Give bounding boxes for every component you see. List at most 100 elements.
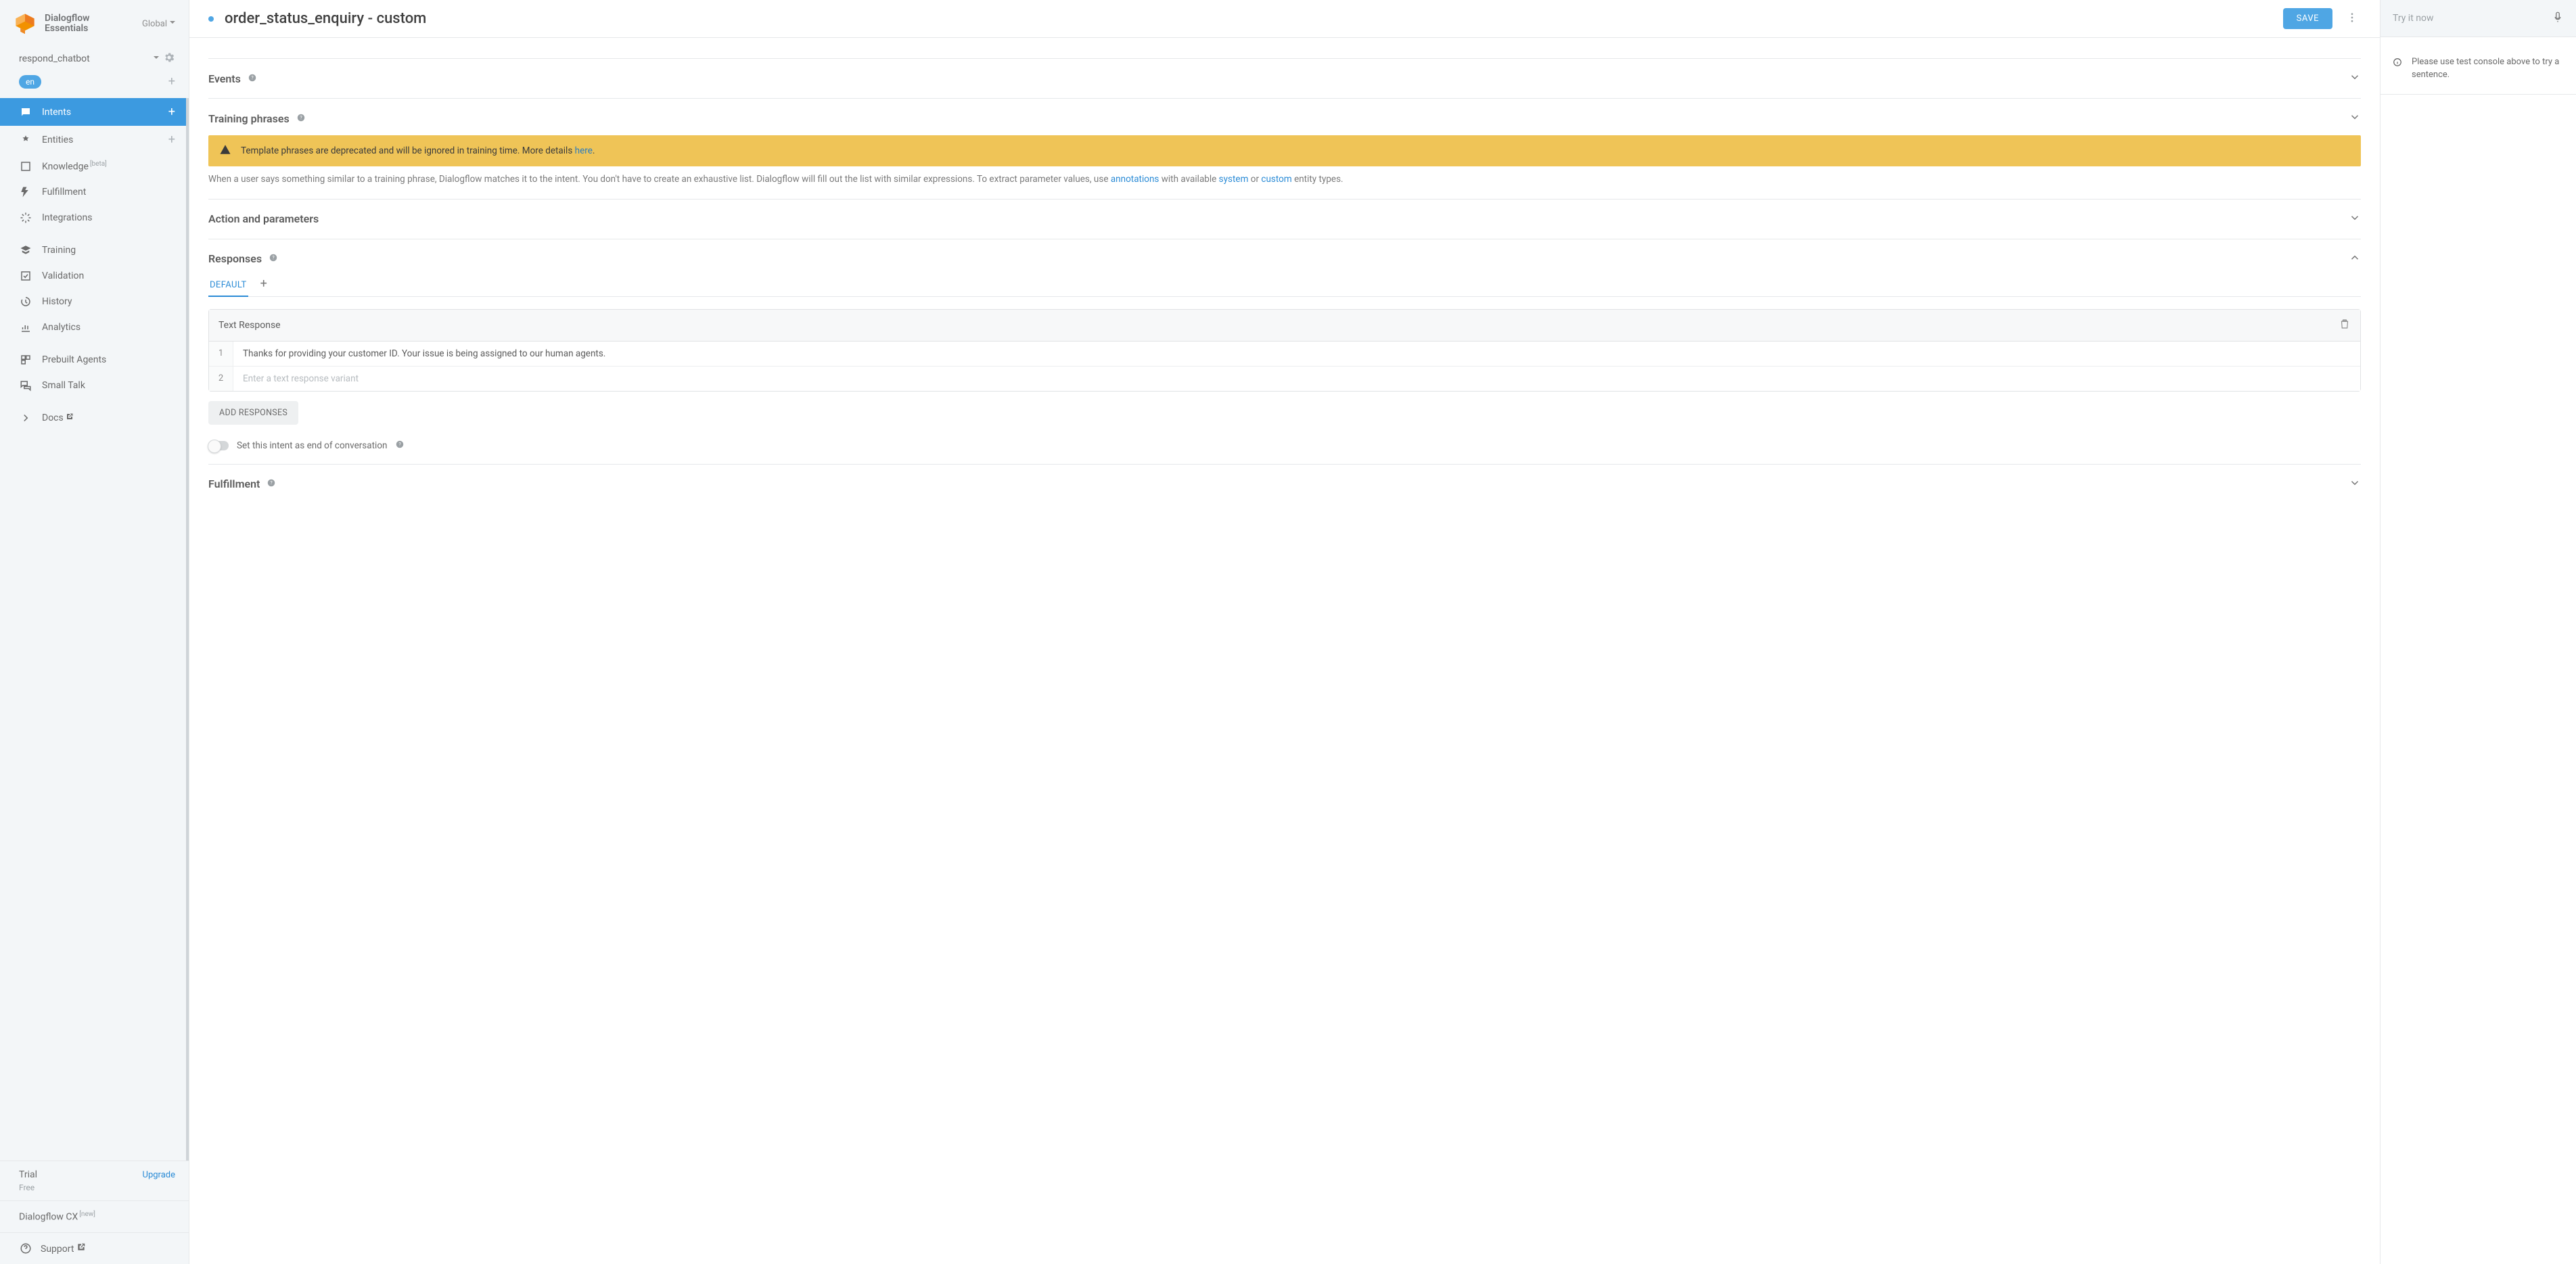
help-icon[interactable]: ? [395,440,405,452]
custom-link[interactable]: custom [1261,174,1291,185]
try-it-row [2380,0,2576,37]
tier-sub: Free [0,1183,189,1200]
help-icon[interactable]: ? [248,72,257,85]
sidebar-item-prebuilt[interactable]: Prebuilt Agents [0,347,189,373]
content-scroll[interactable]: Events ? Training phrases ? Template phr… [189,38,2380,1264]
end-of-conversation-row: Set this intent as end of conversation ? [208,440,2361,452]
save-button[interactable]: SAVE [2283,8,2332,29]
card-title: Text Response [218,320,281,331]
upgrade-link[interactable]: Upgrade [143,1170,175,1180]
language-badge[interactable]: en [19,75,41,89]
smalltalk-icon [19,379,32,392]
section-header[interactable]: Events ? [208,71,2361,86]
sidebar-footer: Trial Upgrade Free Dialogflow CX[new] Su… [0,1161,189,1264]
chevron-down-icon[interactable] [2349,71,2361,86]
section-header[interactable]: Responses ? [208,252,2361,266]
response-input[interactable] [233,367,2360,391]
sidebar-item-fulfillment[interactable]: Fulfillment [0,179,189,205]
sidebar-item-label: Fulfillment [42,187,86,197]
sidebar-item-label: Validation [42,271,84,281]
row-number: 1 [209,342,233,366]
sidebar-item-label: Entities [42,135,73,145]
add-entity-button[interactable]: + [168,133,175,147]
sidebar-item-label: Docs [42,413,74,423]
intents-icon [19,106,32,118]
sidebar: Dialogflow Essentials Global respond_cha… [0,0,189,1264]
agent-selector[interactable]: respond_chatbot [0,42,189,72]
external-link-icon [66,413,74,421]
section-action-params: Action and parameters [208,199,2361,239]
support-link[interactable]: Support [0,1232,189,1264]
chevron-down-icon[interactable] [2349,477,2361,492]
sidebar-item-analytics[interactable]: Analytics [0,314,189,340]
unsaved-dot-icon [208,16,214,22]
help-icon[interactable]: ? [269,252,278,265]
help-icon[interactable]: ? [267,477,276,490]
more-menu-button[interactable] [2343,9,2361,29]
brand-line2: Essentials [45,24,90,34]
topbar: order_status_enquiry - custom SAVE [189,0,2380,38]
intent-title[interactable]: order_status_enquiry - custom [225,10,2272,27]
response-input[interactable] [233,342,2360,366]
annotations-link[interactable]: annotations [1111,174,1159,185]
tab-default[interactable]: DEFAULT [208,275,248,297]
end-of-conversation-label: Set this intent as end of conversation [237,440,387,451]
dialogflow-cx-link[interactable]: Dialogflow CX[new] [0,1200,189,1232]
system-link[interactable]: system [1219,174,1249,185]
nav-list: Intents + Entities + Knowledge[beta] Ful… [0,98,189,1161]
gear-icon[interactable] [163,51,175,66]
sidebar-item-entities[interactable]: Entities + [0,126,189,154]
caret-down-icon [170,19,175,29]
sidebar-item-training[interactable]: Training [0,237,189,263]
section-fulfillment: Fulfillment ? [208,464,2361,504]
end-of-conversation-toggle[interactable] [208,441,229,450]
mic-icon[interactable] [2552,11,2564,26]
region-selector[interactable]: Global [142,19,175,29]
section-header[interactable]: Action and parameters [208,212,2361,227]
banner-here-link[interactable]: here [575,145,593,156]
sidebar-item-label: Intents [42,107,71,118]
section-title: Action and parameters [208,212,319,225]
delete-response-button[interactable] [2339,318,2351,333]
main-area: order_status_enquiry - custom SAVE Event… [189,0,2380,1264]
training-icon [19,244,32,256]
sidebar-item-knowledge[interactable]: Knowledge[beta] [0,154,189,179]
validation-icon [19,270,32,282]
section-title: Events [208,72,241,85]
test-console-hint: Please use test console above to try a s… [2380,37,2576,95]
cx-label: Dialogflow CX[new] [19,1211,95,1223]
add-language-button[interactable]: + [168,74,175,89]
banner-text: Template phrases are deprecated and will… [241,145,595,156]
sidebar-item-integrations[interactable]: Integrations [0,205,189,231]
knowledge-icon [19,160,32,172]
add-responses-button[interactable]: ADD RESPONSES [208,401,298,425]
section-events: Events ? [208,58,2361,98]
sidebar-item-smalltalk[interactable]: Small Talk [0,373,189,398]
try-it-input[interactable] [2393,13,2552,24]
sidebar-item-validation[interactable]: Validation [0,263,189,289]
fulfillment-icon [19,186,32,198]
chevron-down-icon[interactable] [2349,111,2361,126]
row-number: 2 [209,367,233,391]
sidebar-item-label: History [42,296,72,307]
add-intent-button[interactable]: + [168,105,175,119]
chevron-up-icon[interactable] [2349,252,2361,266]
chevron-down-icon[interactable] [2349,212,2361,227]
section-header[interactable]: Training phrases ? [208,111,2361,126]
chevron-right-icon [19,412,32,424]
integrations-icon [19,212,32,224]
dialogflow-logo-icon [14,12,37,35]
help-icon[interactable]: ? [296,112,306,125]
card-header: Text Response [209,310,2360,342]
language-row: en + [0,72,189,98]
sidebar-item-intents[interactable]: Intents + [0,98,189,126]
warning-icon [219,143,231,158]
training-description: When a user says something similar to a … [208,173,2361,187]
section-header[interactable]: Fulfillment ? [208,477,2361,492]
sidebar-item-docs[interactable]: Docs [0,405,189,431]
add-response-tab-button[interactable]: + [260,277,267,294]
prebuilt-icon [19,354,32,366]
sidebar-item-history[interactable]: History [0,289,189,314]
section-title: Fulfillment [208,477,260,490]
sidebar-item-label: Knowledge[beta] [42,160,107,172]
